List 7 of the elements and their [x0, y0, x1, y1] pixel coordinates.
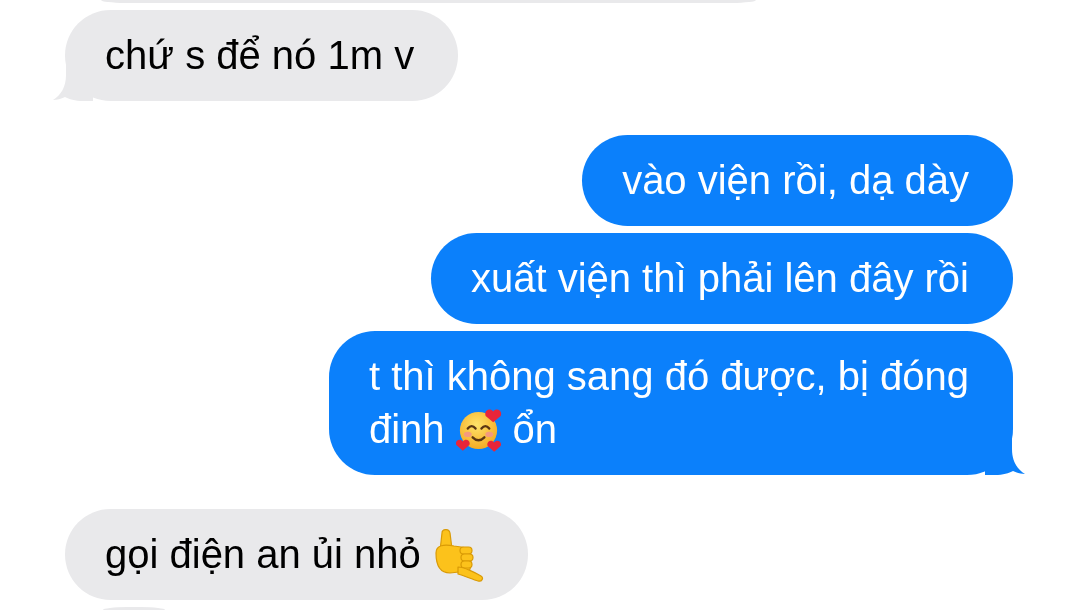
message-text: chứ s để nó 1m v — [105, 32, 415, 79]
message-text: gọi điện an ủi nhỏ — [105, 531, 421, 578]
message-text: ổn — [512, 406, 558, 453]
message-text: xuất viện thì phải lên đây rồi — [470, 255, 969, 302]
message-text: đinh — [368, 406, 445, 453]
message-text: t thì không sang đó được, bị đóng — [368, 353, 969, 400]
message-text: vào viện rồi, dạ dày — [622, 157, 969, 204]
